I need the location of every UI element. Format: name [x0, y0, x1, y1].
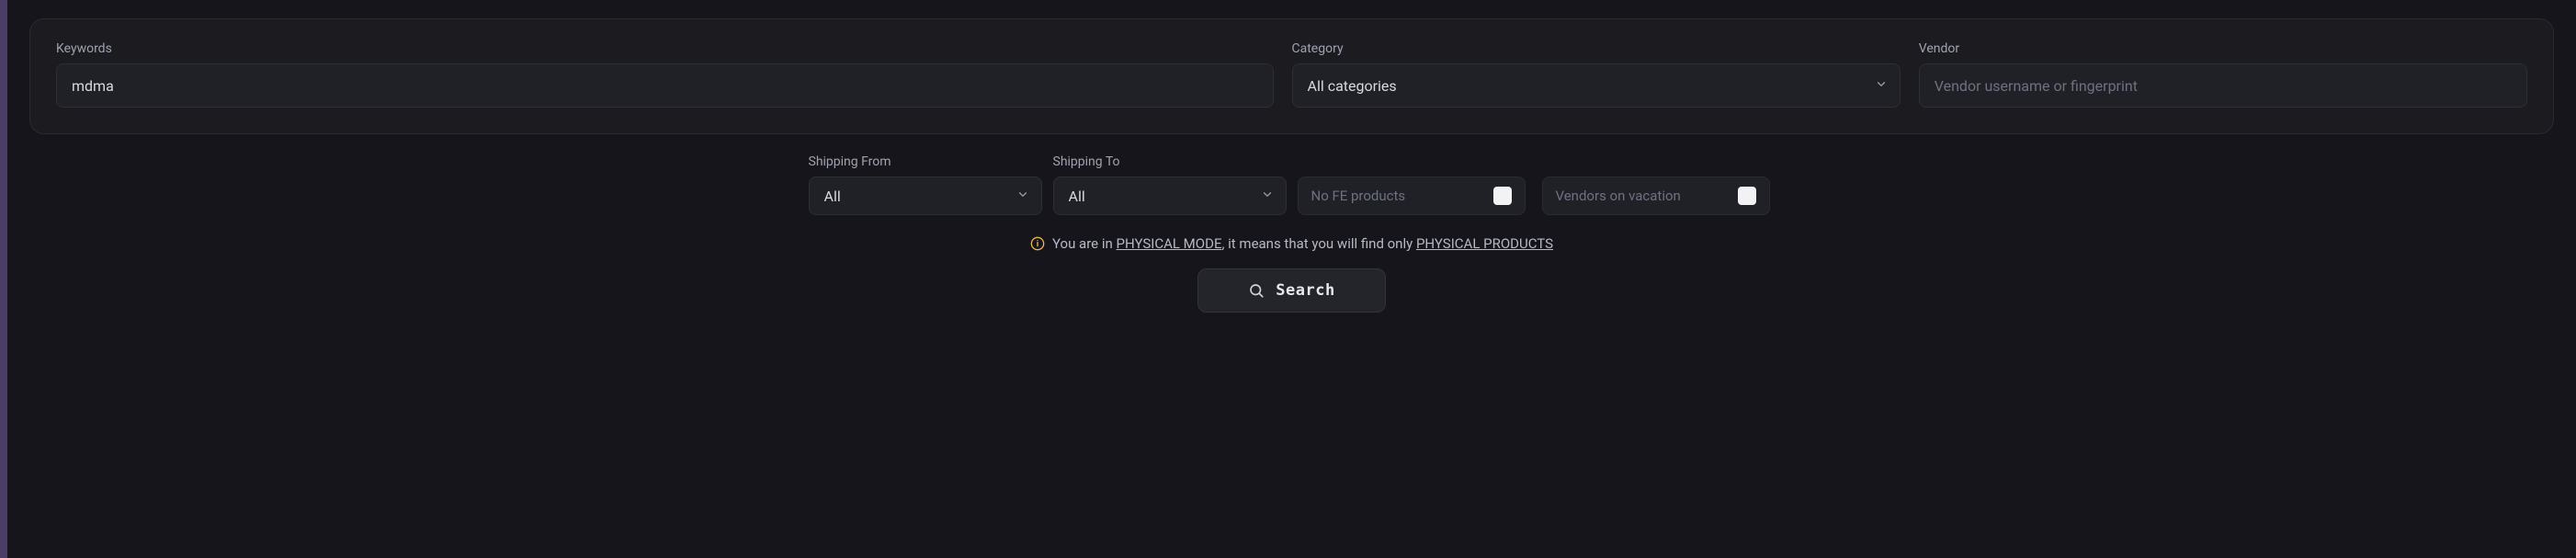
info-icon: [1030, 236, 1045, 251]
shipping-from-label: Shipping From: [809, 154, 1042, 169]
search-panel: Keywords Category All categories Vendor: [29, 18, 2554, 134]
mode-notice: You are in PHYSICAL MODE, it means that …: [29, 235, 2554, 252]
vacation-checkbox[interactable]: Vendors on vacation: [1542, 177, 1770, 215]
notice-mode: PHYSICAL MODE: [1117, 235, 1222, 252]
search-button-label: Search: [1276, 281, 1334, 300]
search-button-wrap: Search: [29, 268, 2554, 313]
category-select-wrap: All categories: [1292, 63, 1901, 108]
shipping-from-field: Shipping From All: [809, 154, 1042, 215]
no-fe-label: No FE products: [1311, 188, 1406, 204]
category-label: Category: [1292, 41, 1901, 56]
checkbox-square-icon: [1738, 187, 1756, 205]
left-accent-bar: [0, 0, 7, 558]
main-area: Keywords Category All categories Vendor …: [7, 0, 2576, 558]
notice-pre: You are in: [1052, 235, 1117, 252]
notice-mid: , it means that you will find only: [1221, 235, 1415, 252]
search-icon: [1248, 282, 1265, 299]
vacation-field: Vendors on vacation: [1542, 154, 1776, 215]
shipping-to-select[interactable]: All: [1053, 177, 1287, 215]
shipping-to-label: Shipping To: [1053, 154, 1287, 169]
vendor-label: Vendor: [1919, 41, 2527, 56]
keywords-field: Keywords: [56, 41, 1274, 108]
vendor-input[interactable]: [1919, 63, 2527, 108]
vacation-label: Vendors on vacation: [1556, 188, 1681, 204]
shipping-to-field: Shipping To All: [1053, 154, 1287, 215]
filters-row: Shipping From All Shipping To All: [29, 154, 2554, 215]
shipping-from-select-wrap: All: [809, 177, 1042, 215]
checkbox-square-icon: [1493, 187, 1512, 205]
search-button[interactable]: Search: [1197, 268, 1385, 313]
category-field: Category All categories: [1292, 41, 1901, 108]
no-fe-checkbox[interactable]: No FE products: [1298, 177, 1526, 215]
keywords-label: Keywords: [56, 41, 1274, 56]
vendor-field: Vendor: [1919, 41, 2527, 108]
category-select[interactable]: All categories: [1292, 63, 1901, 108]
keywords-input[interactable]: [56, 63, 1274, 108]
notice-products: PHYSICAL PRODUCTS: [1416, 235, 1553, 252]
notice-text: You are in PHYSICAL MODE, it means that …: [1052, 235, 1553, 252]
no-fe-field: No FE products: [1298, 154, 1531, 215]
shipping-to-select-wrap: All: [1053, 177, 1287, 215]
shipping-from-select[interactable]: All: [809, 177, 1042, 215]
